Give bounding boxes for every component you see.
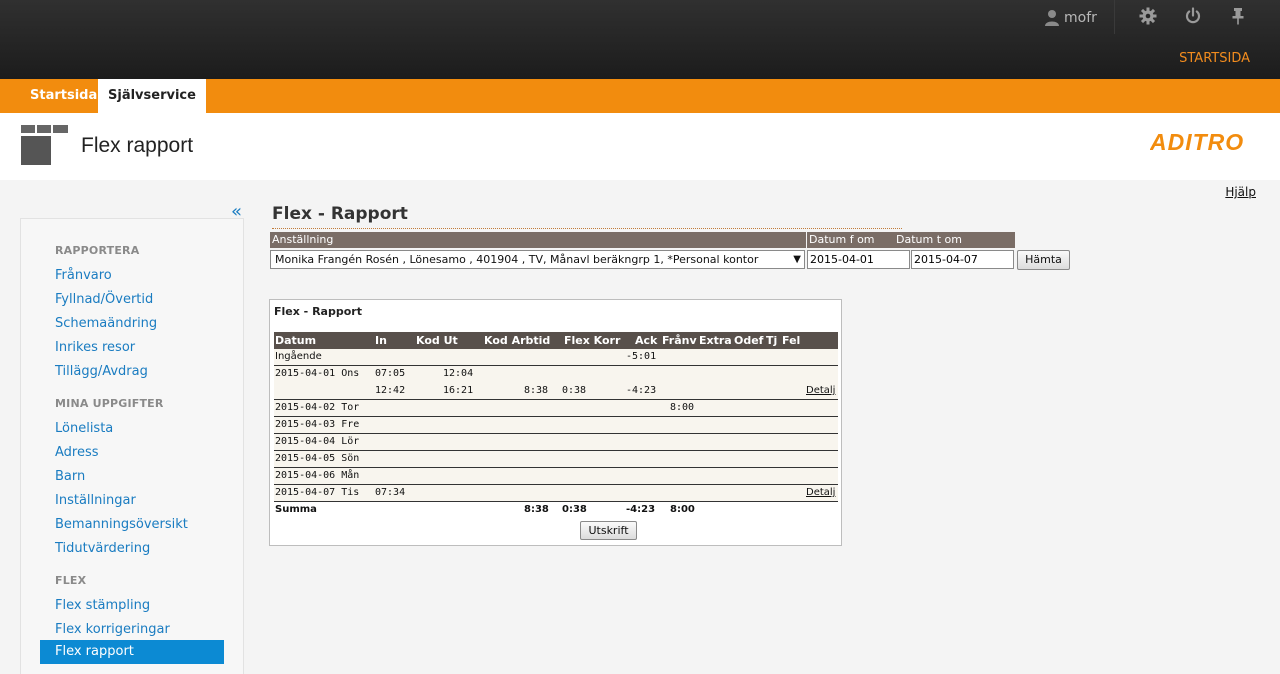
section-flex: FLEX bbox=[55, 574, 87, 587]
sidebar-item-flex-rapport[interactable]: Flex rapport bbox=[40, 640, 224, 664]
sidebar-item-franvaro[interactable]: Frånvaro bbox=[55, 268, 112, 283]
detail-link[interactable]: Detalj bbox=[806, 383, 835, 399]
cell-in: 07:05 bbox=[375, 368, 406, 379]
cell-datum: 2015-04-07 Tis bbox=[275, 487, 360, 498]
sidebar-item-flex-korrigeringar[interactable]: Flex korrigeringar bbox=[55, 622, 170, 637]
cell-ack: -4:23 bbox=[626, 385, 657, 396]
col-fel: Fel bbox=[782, 334, 801, 347]
table-row: 2015-04-01 Ons 07:05 12:04 bbox=[274, 366, 838, 383]
col-kod-arbtid: Kod Arbtid bbox=[484, 334, 551, 347]
date-to-label: Datum t om bbox=[896, 233, 962, 246]
cell-ack: -5:01 bbox=[626, 351, 657, 362]
cell-datum: 2015-04-05 Sön bbox=[275, 453, 360, 464]
col-kod-ut: Kod Ut bbox=[416, 334, 458, 347]
sidebar-item-bemanningsoversikt[interactable]: Bemanningsöversikt bbox=[55, 517, 188, 532]
cell-datum: 2015-04-06 Mån bbox=[275, 470, 360, 481]
top-bar: mofr STARTSIDA bbox=[0, 0, 1280, 79]
detail-link[interactable]: Detalj bbox=[806, 485, 835, 501]
user-menu[interactable]: mofr bbox=[1044, 8, 1097, 28]
section-rapportera: RAPPORTERA bbox=[55, 244, 140, 257]
sidebar-item-lonelista[interactable]: Lönelista bbox=[55, 421, 113, 436]
report-title: Flex - Rapport bbox=[274, 305, 362, 318]
report-panel: Flex - Rapport Datum In Kod Ut Kod Arbti… bbox=[269, 299, 842, 546]
sidebar-item-adress[interactable]: Adress bbox=[55, 445, 99, 460]
sidebar-item-barn[interactable]: Barn bbox=[55, 469, 85, 484]
sidebar-item-schemaandring[interactable]: Schemaändring bbox=[55, 316, 157, 331]
cell-datum: 2015-04-01 Ons bbox=[275, 368, 360, 379]
table-row: 2015-04-05 Sön bbox=[274, 451, 838, 468]
cell-arbtid: 8:38 bbox=[524, 385, 549, 396]
user-icon bbox=[1045, 10, 1059, 26]
startsida-link[interactable]: STARTSIDA bbox=[1179, 51, 1250, 66]
col-franv: Frånv bbox=[662, 334, 697, 347]
content-title: Flex - Rapport bbox=[272, 204, 408, 224]
sidebar-item-tillagg-avdrag[interactable]: Tillägg/Avdrag bbox=[55, 364, 148, 379]
table-row: 2015-04-02 Tor 8:00 bbox=[274, 400, 838, 417]
summary-franv: 8:00 bbox=[670, 504, 695, 515]
cell-datum: 2015-04-02 Tor bbox=[275, 402, 360, 413]
date-to-input[interactable]: 2015-04-07 bbox=[911, 250, 1014, 269]
col-extra: Extra bbox=[699, 334, 732, 347]
sidebar-item-fyllnad-overtid[interactable]: Fyllnad/Övertid bbox=[55, 292, 153, 307]
pin-icon[interactable] bbox=[1229, 7, 1247, 25]
table-row: 2015-04-04 Lör bbox=[274, 434, 838, 451]
gear-icon[interactable] bbox=[1139, 7, 1157, 25]
section-mina-uppgifter: MINA UPPGIFTER bbox=[55, 397, 164, 410]
sidebar-item-installningar[interactable]: Inställningar bbox=[55, 493, 136, 508]
employment-select[interactable]: Monika Frangén Rosén , Lönesamo , 401904… bbox=[270, 250, 805, 269]
table-row: 12:42 16:21 8:38 0:38 -4:23 Detalj bbox=[274, 383, 838, 400]
date-from-label: Datum f om bbox=[809, 233, 875, 246]
print-button[interactable]: Utskrift bbox=[580, 521, 637, 540]
col-ack: Ack bbox=[635, 334, 658, 347]
title-band: Flex rapport ADITRO bbox=[0, 113, 1280, 180]
page-icon bbox=[21, 125, 68, 165]
divider bbox=[1114, 0, 1115, 34]
cell-franv: 8:00 bbox=[670, 402, 695, 413]
employment-label: Anställning bbox=[270, 232, 806, 248]
cell-datum: Ingående bbox=[275, 351, 322, 362]
sidebar-item-inrikes-resor[interactable]: Inrikes resor bbox=[55, 340, 135, 355]
table-row: 2015-04-07 Tis 07:34 Detalj bbox=[274, 485, 838, 502]
cell-in: 12:42 bbox=[375, 385, 406, 396]
table-row: Ingående -5:01 bbox=[274, 349, 838, 366]
power-icon[interactable] bbox=[1184, 7, 1202, 25]
cell-datum: 2015-04-04 Lör bbox=[275, 436, 360, 447]
employment-value: Monika Frangén Rosén , Lönesamo , 401904… bbox=[275, 253, 759, 266]
cell-flex-korr: 0:38 bbox=[562, 385, 587, 396]
sidebar: RAPPORTERA Frånvaro Fyllnad/Övertid Sche… bbox=[20, 218, 244, 674]
date-from-input[interactable]: 2015-04-01 bbox=[807, 250, 910, 269]
summary-label: Summa bbox=[275, 504, 317, 515]
cell-ut: 16:21 bbox=[443, 385, 474, 396]
page-title: Flex rapport bbox=[81, 134, 194, 157]
cell-ut: 12:04 bbox=[443, 368, 474, 379]
table-row: 2015-04-06 Mån bbox=[274, 468, 838, 485]
tab-startsida[interactable]: Startsida bbox=[20, 79, 107, 113]
summary-ack: -4:23 bbox=[626, 504, 656, 515]
col-flex-korr: Flex Korr bbox=[564, 334, 621, 347]
date-header: Datum f om Datum t om bbox=[807, 232, 1015, 248]
username: mofr bbox=[1064, 10, 1097, 26]
summary-flex-korr: 0:38 bbox=[562, 504, 587, 515]
col-in: In bbox=[375, 334, 387, 347]
col-tj: Tj bbox=[766, 334, 778, 347]
dropdown-arrow-icon: ▼ bbox=[793, 254, 801, 265]
table-row: 2015-04-03 Fre bbox=[274, 417, 838, 434]
cell-datum: 2015-04-03 Fre bbox=[275, 419, 360, 430]
aditro-logo: ADITRO bbox=[1150, 131, 1244, 153]
col-datum: Datum bbox=[275, 334, 317, 347]
summary-row: Summa 8:38 0:38 -4:23 8:00 bbox=[274, 502, 838, 519]
tab-bar: Startsida Självservice bbox=[0, 79, 1280, 113]
svg-text:ADITRO: ADITRO bbox=[1150, 131, 1244, 153]
summary-arbtid: 8:38 bbox=[524, 504, 549, 515]
sidebar-item-tidutvardering[interactable]: Tidutvärdering bbox=[55, 541, 150, 556]
tab-sjalvservice[interactable]: Självservice bbox=[98, 79, 206, 113]
cell-in: 07:34 bbox=[375, 487, 406, 498]
title-divider bbox=[272, 228, 902, 229]
table-header: Datum In Kod Ut Kod Arbtid Flex Korr Ack… bbox=[274, 332, 838, 349]
help-link[interactable]: Hjälp bbox=[1225, 185, 1256, 199]
fetch-button[interactable]: Hämta bbox=[1017, 250, 1070, 270]
sidebar-item-flex-stampling[interactable]: Flex stämpling bbox=[55, 598, 150, 613]
col-odef: Odef bbox=[734, 334, 764, 347]
